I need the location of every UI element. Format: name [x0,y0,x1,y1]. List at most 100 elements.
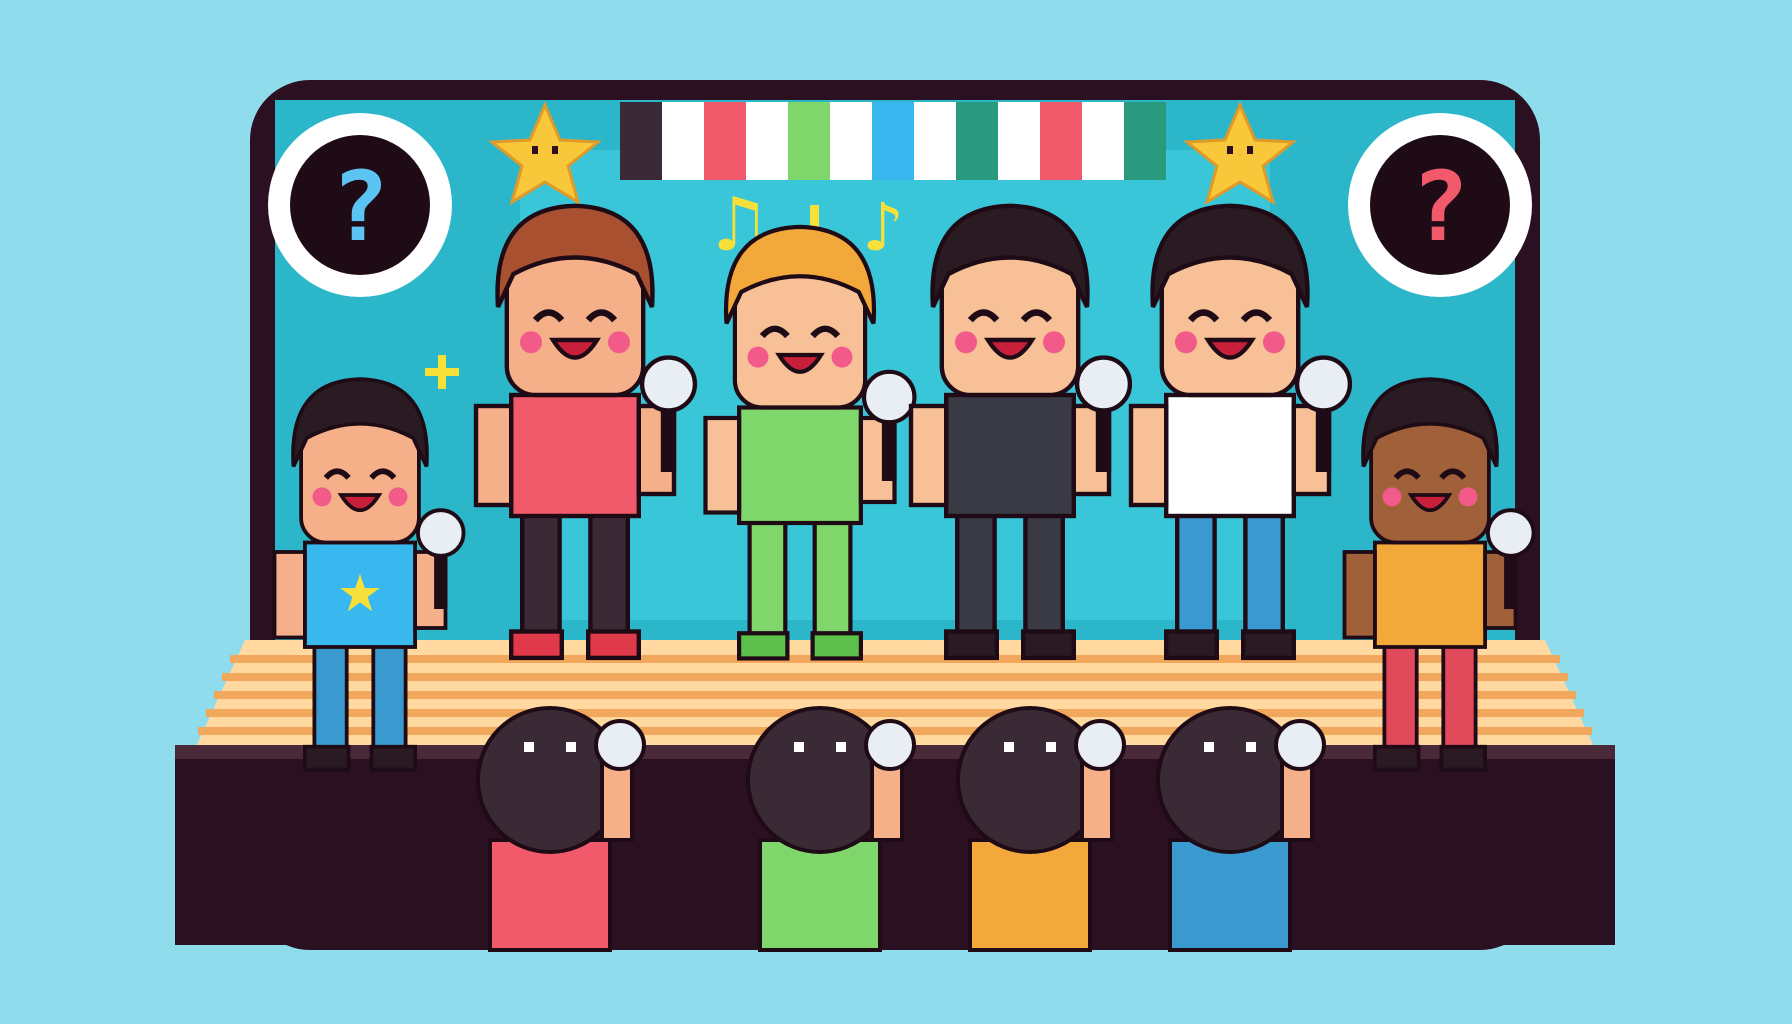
cheek [608,331,630,354]
scene-canvas: ? ? ♫ ♪ ★ [175,80,1615,952]
arm [473,403,514,508]
shoe [508,629,564,661]
microphone-icon [1486,508,1536,558]
microphone-icon [594,719,646,771]
leg [812,510,853,641]
stage-banner [620,102,1166,180]
sign-left: ? [268,113,452,297]
microphone-icon [861,369,917,425]
banner-stripe [872,102,914,180]
audience-arm [1280,758,1314,842]
arm [908,403,949,508]
cheek [388,487,408,507]
arm [272,550,307,640]
torso [1163,392,1297,519]
head [504,249,646,398]
leg [312,635,349,754]
banner-stripe [662,102,704,180]
sign-right: ? [1348,113,1532,297]
shoe [737,631,790,661]
karaoke-stage-scene: ? ? ♫ ♪ ★ [0,0,1792,1024]
hair-highlight [794,742,804,752]
audience-arm [870,758,904,842]
microphone-icon [864,719,916,771]
cheek [1458,487,1478,507]
banner-stripe [1124,102,1166,180]
shoe [1241,629,1297,661]
floor-plank [230,655,1560,663]
banner-stripe [788,102,830,180]
head [1159,249,1301,398]
banner-stripe [620,102,662,180]
banner-stripe [830,102,872,180]
audience-shirt [758,838,882,952]
torso [737,405,863,526]
floor-plank [206,709,1584,717]
torso [1372,540,1488,649]
microphone-icon [639,355,698,413]
shoe [810,631,863,661]
banner-stripe [914,102,956,180]
cheek [1175,331,1197,354]
microphone-icon [1074,719,1126,771]
cheek [831,346,853,368]
shoe [302,744,351,772]
leg [588,502,631,640]
leg [519,502,562,640]
audience-shirt [488,838,612,952]
banner-stripe [746,102,788,180]
banner-stripe [1040,102,1082,180]
torso [508,392,642,519]
hair-highlight [566,742,576,752]
leg [1441,635,1478,754]
arm [703,415,742,515]
shoe [1439,744,1488,772]
head [1369,417,1491,545]
microphone-icon [1074,355,1133,413]
hair-highlight [1046,742,1056,752]
leg [1243,502,1286,640]
question-icon: ? [331,151,389,263]
hair-highlight [1204,742,1214,752]
cheek [1043,331,1065,354]
cheek [1263,331,1285,354]
hair-highlight [1004,742,1014,752]
leg [1023,502,1066,640]
shoe [586,629,642,661]
leg [1174,502,1217,640]
microphone-icon [1274,719,1326,771]
torso [943,392,1077,519]
leg [371,635,408,754]
audience-arm [600,758,634,842]
shoe [1021,629,1077,661]
star-icon: ★ [337,564,383,624]
audience-shirt [968,838,1092,952]
head [299,417,421,545]
music-note-icon: ♪ [862,189,904,266]
banner-stripe [956,102,998,180]
hair-highlight [524,742,534,752]
banner-stripe [704,102,746,180]
hair-highlight [1246,742,1256,752]
arm [1128,403,1169,508]
microphone-icon [416,508,466,558]
arm [1342,550,1377,640]
hair-highlight [836,742,846,752]
shoe [943,629,999,661]
head [939,249,1081,398]
shoe [1372,744,1421,772]
banner-stripe [1082,102,1124,180]
leg [954,502,997,640]
cheek [747,346,769,368]
question-icon: ? [1411,151,1469,263]
floor-plank [222,673,1568,681]
leg [747,510,788,641]
cheek [1382,487,1402,507]
shoe [369,744,418,772]
cheek [520,331,542,354]
floor-plank [214,691,1576,699]
shoe [1163,629,1219,661]
head [732,268,868,410]
cheek [955,331,977,354]
banner-stripe [998,102,1040,180]
